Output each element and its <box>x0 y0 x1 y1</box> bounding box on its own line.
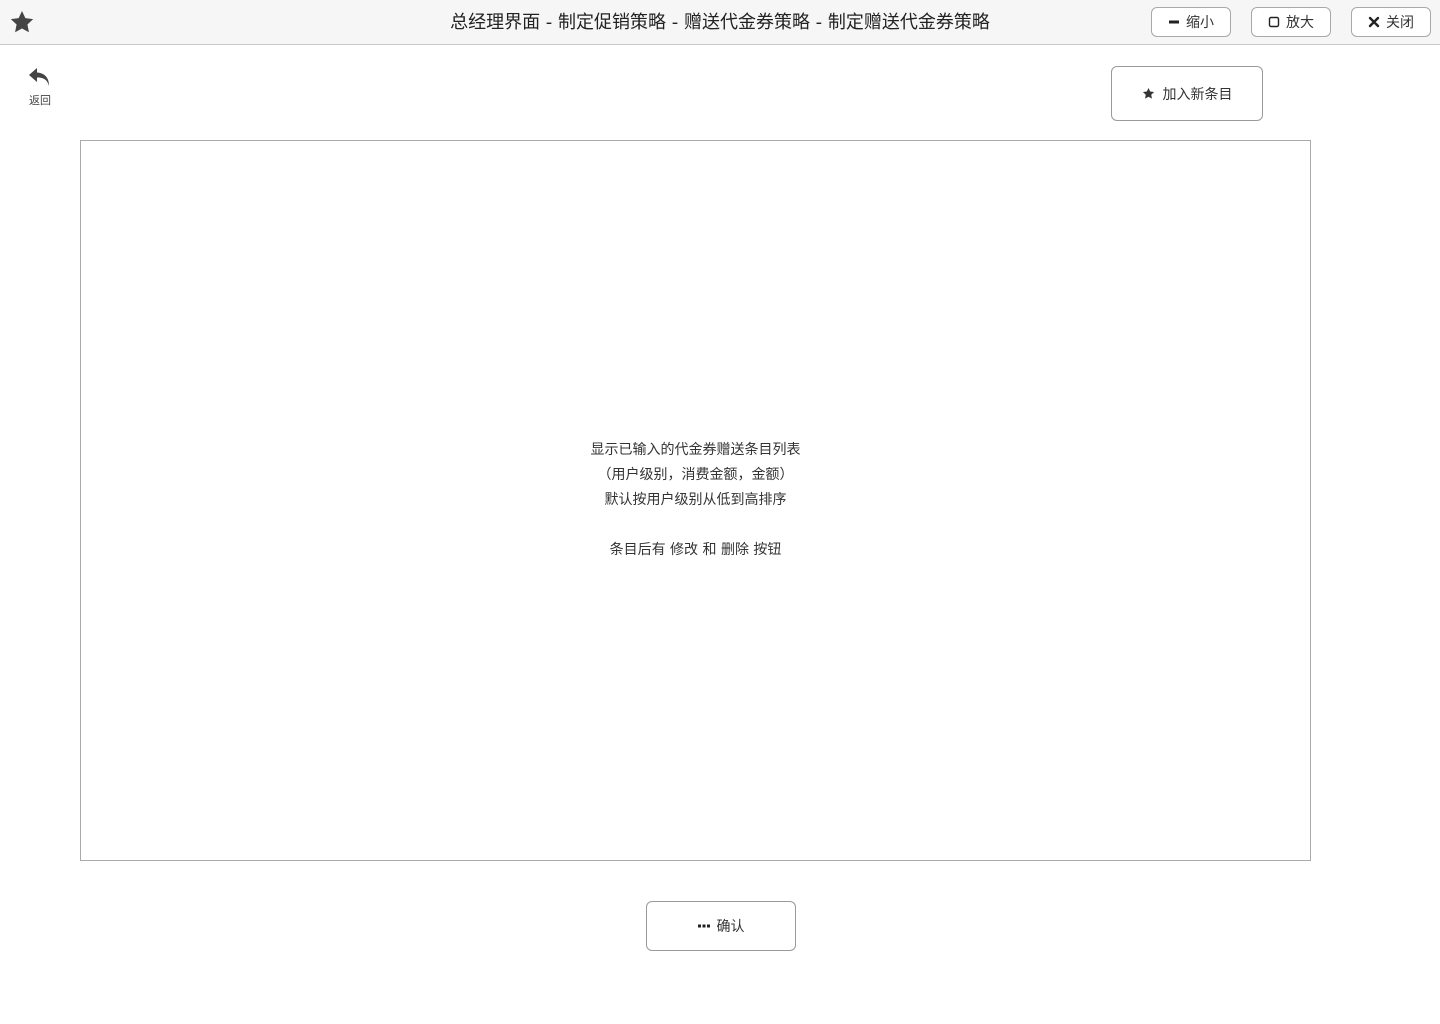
close-button[interactable]: 关闭 <box>1351 7 1431 37</box>
undo-arrow-icon <box>29 68 49 86</box>
placeholder-line: 显示已输入的代金券赠送条目列表 <box>590 442 801 458</box>
confirm-label: 确认 <box>716 919 745 935</box>
add-item-button[interactable]: 加入新条目 <box>1111 66 1263 121</box>
ellipsis-icon <box>697 924 710 928</box>
voucher-entry-list[interactable]: 显示已输入的代金券赠送条目列表 （用户级别，消费金额，金额） 默认按用户级别从低… <box>80 140 1311 861</box>
maximize-label: 放大 <box>1286 15 1314 31</box>
close-label: 关闭 <box>1386 15 1414 31</box>
title-bar: 总经理界面 - 制定促销策略 - 赠送代金券策略 - 制定赠送代金券策略 缩小 … <box>0 0 1440 45</box>
placeholder-line: （用户级别，消费金额，金额） <box>597 467 794 483</box>
minus-icon <box>1169 20 1179 24</box>
back-button[interactable]: 返回 <box>22 66 58 110</box>
x-icon <box>1368 16 1380 28</box>
back-label: 返回 <box>29 94 51 107</box>
minimize-label: 缩小 <box>1186 15 1214 31</box>
confirm-button[interactable]: 确认 <box>646 901 796 951</box>
star-icon[interactable] <box>9 9 35 35</box>
maximize-button[interactable]: 放大 <box>1251 7 1331 37</box>
placeholder-line: 默认按用户级别从低到高排序 <box>604 492 787 508</box>
add-item-label: 加入新条目 <box>1162 86 1233 103</box>
star-icon <box>1142 87 1154 99</box>
list-placeholder: 显示已输入的代金券赠送条目列表 （用户级别，消费金额，金额） 默认按用户级别从低… <box>591 438 801 563</box>
placeholder-line: 条目后有 修改 和 删除 按钮 <box>609 542 782 558</box>
square-icon <box>1268 16 1280 28</box>
minimize-button[interactable]: 缩小 <box>1151 7 1231 37</box>
